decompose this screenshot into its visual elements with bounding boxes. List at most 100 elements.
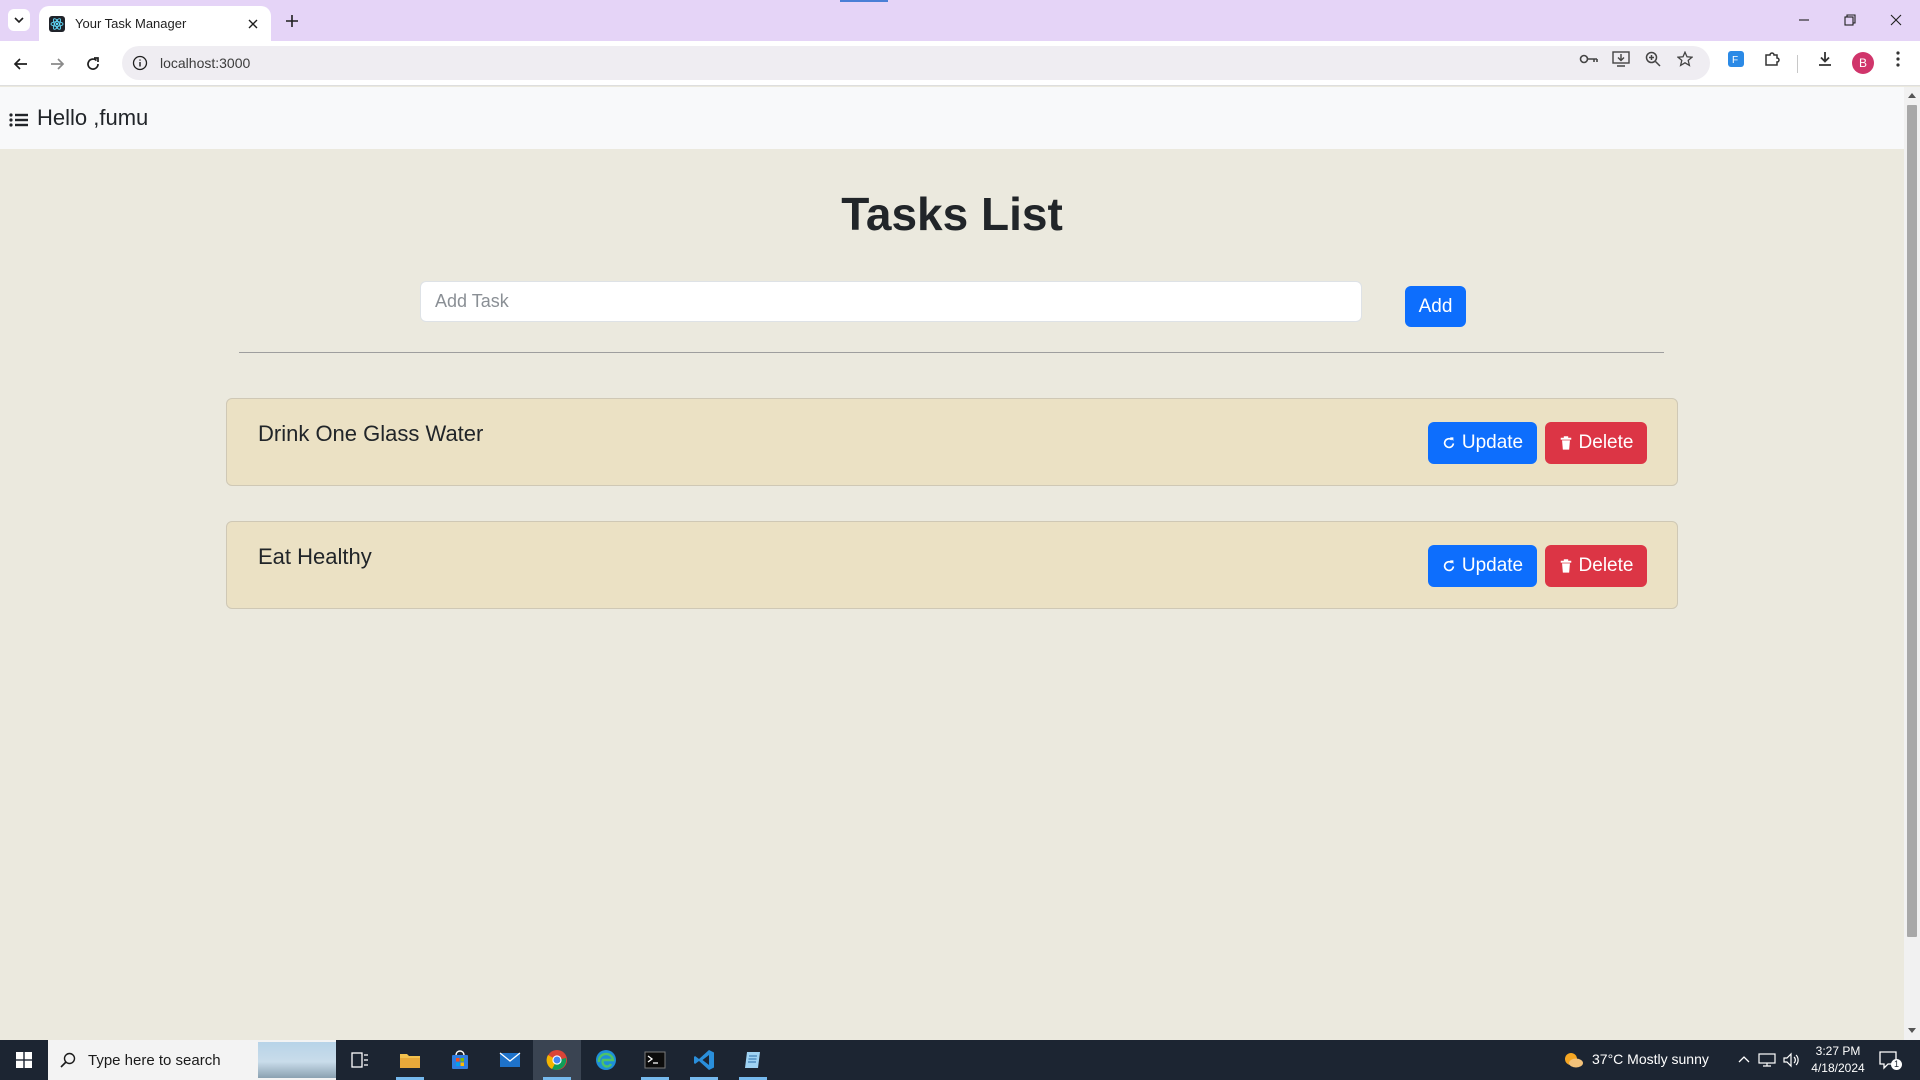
refresh-icon (1443, 560, 1455, 572)
delete-label: Delete (1578, 432, 1634, 453)
task-view-icon (351, 1052, 368, 1068)
update-label: Update (1461, 555, 1524, 576)
weather-text[interactable]: 37°C Mostly sunny (1592, 1051, 1709, 1067)
edge-icon (596, 1050, 616, 1070)
network-icon[interactable] (1758, 1052, 1776, 1068)
terminal-icon (644, 1051, 666, 1069)
taskbar-vscode[interactable] (680, 1040, 728, 1080)
taskbar-mail[interactable] (486, 1040, 534, 1080)
svg-text:F: F (1732, 55, 1738, 66)
address-url: localhost:3000 (160, 55, 251, 71)
refresh-icon (1443, 437, 1455, 449)
store-bag-icon (452, 1050, 468, 1069)
list-icon[interactable] (9, 111, 29, 129)
clock-date: 4/18/2024 (1811, 1061, 1865, 1075)
browser-tab-active[interactable]: Your Task Manager (39, 6, 271, 41)
arrow-right-icon (51, 58, 65, 70)
task-card: Eat Healthy Update Delete (226, 521, 1678, 609)
reload-button[interactable] (80, 51, 106, 77)
update-task-button[interactable]: Update (1428, 545, 1537, 587)
downloads-icon[interactable] (1815, 49, 1835, 69)
taskbar-chrome[interactable] (533, 1040, 581, 1080)
add-task-input[interactable] (420, 281, 1362, 322)
volume-icon[interactable] (1782, 1052, 1800, 1068)
folder-icon (400, 1054, 420, 1068)
start-button[interactable] (0, 1040, 48, 1080)
chevron-down-icon (14, 17, 24, 24)
plus-icon (286, 15, 298, 27)
bookmark-star-icon[interactable] (1675, 49, 1695, 69)
scroll-up-arrow-icon[interactable] (1908, 91, 1916, 99)
taskbar-search-placeholder: Type here to search (88, 1051, 221, 1069)
taskbar-notepad[interactable] (729, 1040, 777, 1080)
taskbar-file-explorer[interactable] (386, 1040, 434, 1080)
notification-count-badge: 1 (1891, 1059, 1902, 1070)
task-view-button[interactable] (336, 1040, 384, 1080)
update-task-button[interactable]: Update (1428, 422, 1537, 464)
minimize-icon (1799, 19, 1809, 21)
password-key-icon[interactable] (1579, 49, 1599, 69)
page-scrollbar[interactable] (1904, 87, 1920, 1040)
page-title: Tasks List (841, 188, 1063, 240)
address-bar[interactable]: localhost:3000 (122, 46, 1710, 80)
scroll-down-arrow-icon[interactable] (1908, 1027, 1916, 1035)
task-text: Eat Healthy (258, 544, 372, 569)
new-tab-button[interactable] (280, 9, 304, 33)
close-tab-icon[interactable] (245, 16, 261, 32)
user-greeting: Hello ,fumu (37, 105, 149, 130)
taskbar-search-box[interactable]: Type here to search (48, 1040, 336, 1080)
page-viewport: Hello ,fumu Tasks List Add Drink One Gla… (0, 87, 1904, 1040)
browser-toolbar: localhost:3000 F B (0, 41, 1920, 86)
app-navbar: Hello ,fumu (0, 87, 1904, 149)
chevron-up-icon[interactable] (1738, 1055, 1750, 1063)
tab-strip-accent (840, 0, 888, 2)
taskbar-store[interactable] (436, 1040, 484, 1080)
close-window-button[interactable] (1881, 8, 1911, 32)
mail-icon (499, 1052, 521, 1067)
notepad-icon (745, 1052, 760, 1068)
windows-taskbar: Type here to search 37°C Mostly sunny 3:… (0, 1040, 1920, 1080)
forward-button[interactable] (44, 51, 70, 77)
install-app-icon[interactable] (1611, 49, 1631, 69)
more-menu-icon[interactable] (1888, 49, 1908, 69)
extensions-puzzle-icon[interactable] (1762, 49, 1782, 69)
section-divider (239, 352, 1664, 353)
search-icon (60, 1052, 76, 1068)
close-icon (1890, 14, 1902, 26)
trash-icon (1560, 559, 1571, 573)
browser-tab-strip: Your Task Manager (0, 0, 1920, 41)
reload-icon (87, 57, 99, 70)
windows-logo-icon (16, 1052, 32, 1068)
update-label: Update (1461, 432, 1524, 453)
toolbar-divider (1797, 55, 1798, 73)
search-highlight-image (258, 1042, 336, 1078)
react-favicon-icon (49, 15, 65, 32)
site-info-icon[interactable] (132, 55, 148, 71)
task-card: Drink One Glass Water Update Delete (226, 398, 1678, 486)
vscode-icon (694, 1050, 714, 1070)
trash-icon (1560, 436, 1571, 450)
tab-search-button[interactable] (8, 9, 30, 31)
task-text: Drink One Glass Water (258, 421, 484, 446)
clock-time: 3:27 PM (1815, 1044, 1861, 1058)
minimize-window-button[interactable] (1789, 8, 1819, 32)
back-button[interactable] (8, 51, 34, 77)
add-task-button[interactable]: Add (1405, 286, 1466, 327)
extension-translate-icon[interactable]: F (1726, 49, 1746, 69)
tab-title: Your Task Manager (75, 16, 187, 31)
delete-task-button[interactable]: Delete (1545, 422, 1647, 464)
weather-sun-cloud-icon[interactable] (1562, 1051, 1584, 1069)
scrollbar-thumb[interactable] (1907, 105, 1917, 937)
restore-window-button[interactable] (1835, 8, 1865, 32)
taskbar-clock[interactable]: 3:27 PM 4/18/2024 (1808, 1043, 1868, 1077)
taskbar-terminal[interactable] (631, 1040, 679, 1080)
notification-center-button[interactable]: 1 (1878, 1049, 1902, 1071)
restore-icon (1844, 14, 1856, 26)
delete-label: Delete (1578, 555, 1634, 576)
delete-task-button[interactable]: Delete (1545, 545, 1647, 587)
zoom-icon[interactable] (1643, 49, 1663, 69)
arrow-left-icon (13, 58, 27, 70)
profile-avatar[interactable]: B (1852, 52, 1874, 74)
taskbar-edge[interactable] (582, 1040, 630, 1080)
chrome-icon (546, 1050, 567, 1070)
